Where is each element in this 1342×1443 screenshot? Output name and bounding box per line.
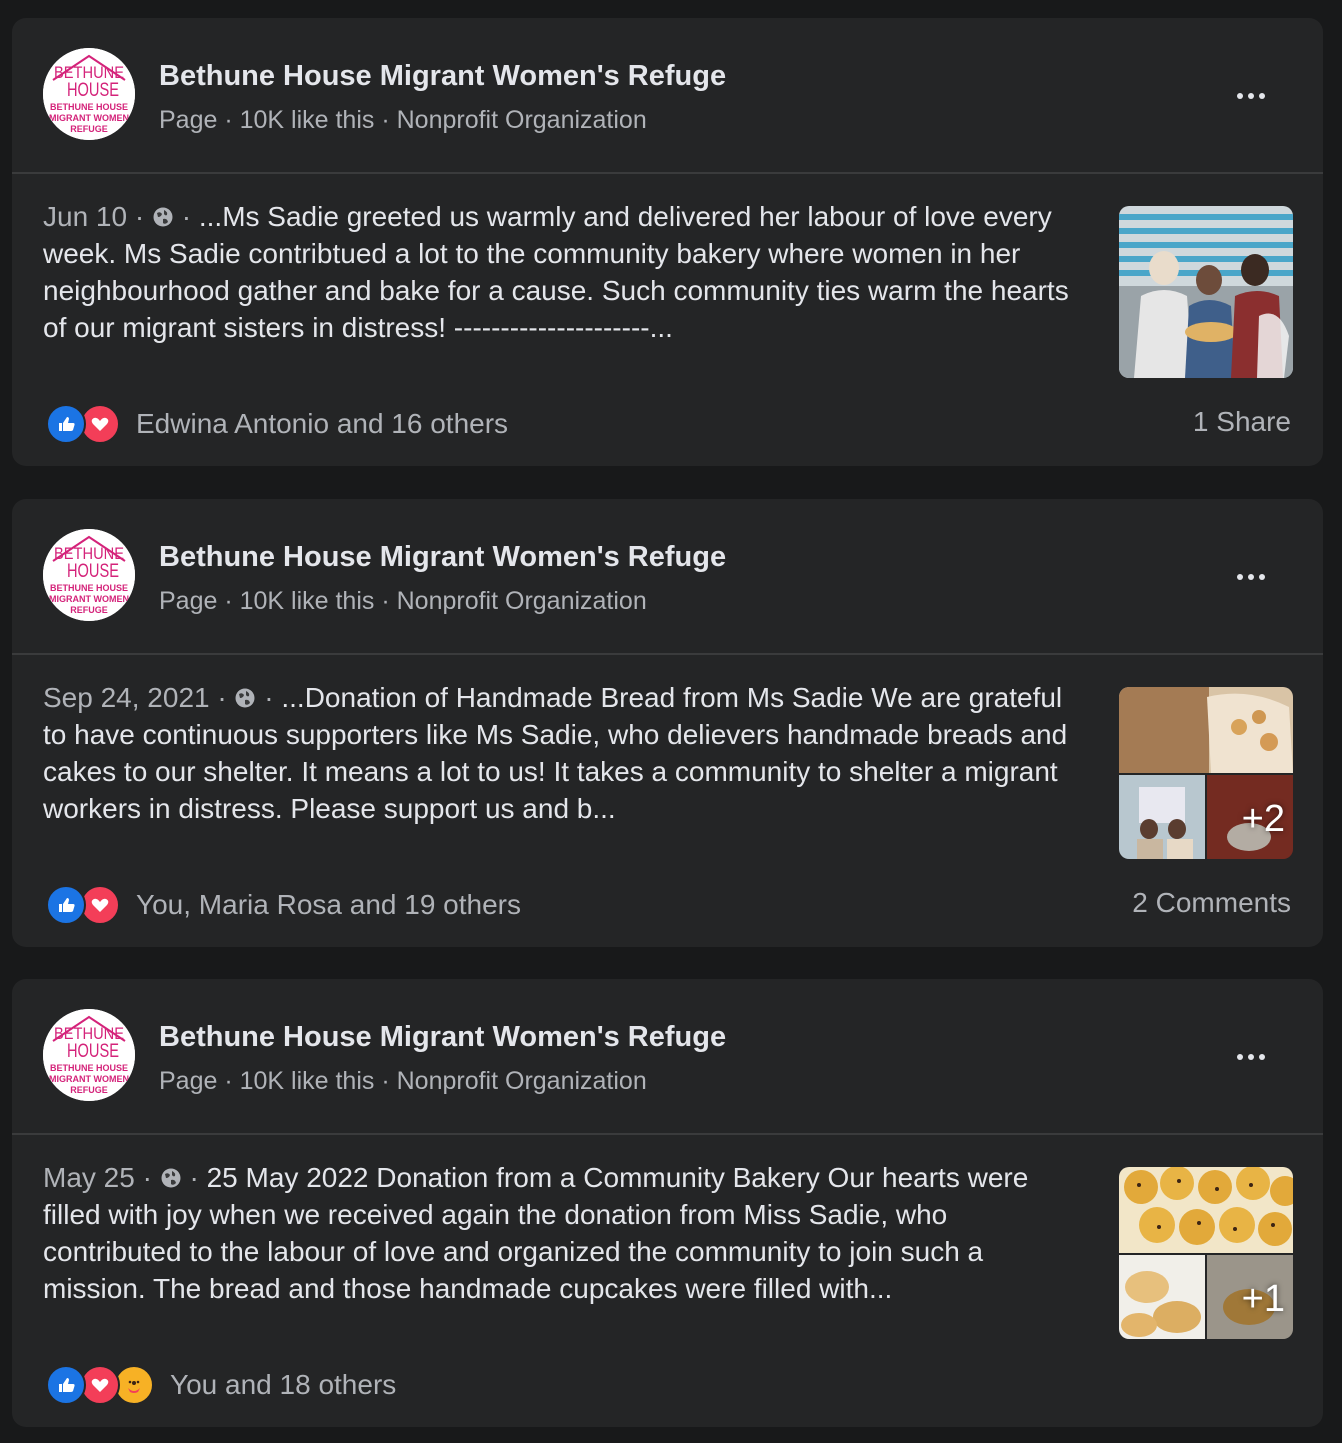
separator: ·: [256, 682, 282, 713]
page-name[interactable]: Bethune House Migrant Women's Refuge: [159, 60, 726, 93]
post-header: BETHUNE HOUSE BETHUNE HOUSE MIGRANT WOME…: [12, 499, 1323, 653]
separator: ·: [181, 1162, 207, 1193]
shares-count[interactable]: 1 Share: [1193, 406, 1291, 438]
post-body[interactable]: Sep 24, 2021 · · ...Donation of Handmade…: [43, 679, 1083, 827]
more-horizontal-icon: [1259, 93, 1265, 99]
reactions-summary[interactable]: You and 18 others: [46, 1365, 396, 1405]
svg-text:REFUGE: REFUGE: [70, 1085, 108, 1095]
love-icon: [80, 404, 120, 444]
globe-icon: [152, 206, 174, 228]
like-icon: [46, 885, 86, 925]
page-meta: Page · 10K like this · Nonprofit Organiz…: [159, 1067, 647, 1095]
more-horizontal-icon: [1259, 574, 1265, 580]
separator: ·: [173, 201, 199, 232]
svg-text:MIGRANT WOMEN: MIGRANT WOMEN: [49, 1074, 129, 1084]
bethune-house-logo: BETHUNE HOUSE BETHUNE HOUSE MIGRANT WOME…: [43, 1009, 135, 1101]
globe-icon: [234, 687, 256, 709]
divider: [12, 1133, 1323, 1135]
divider: [12, 172, 1323, 174]
svg-text:REFUGE: REFUGE: [70, 124, 108, 134]
post-body[interactable]: May 25 · · 25 May 2022 Donation from a C…: [43, 1159, 1083, 1307]
post-photo-grid[interactable]: +2: [1119, 687, 1293, 859]
separator: ·: [127, 201, 152, 232]
svg-text:HOUSE: HOUSE: [67, 561, 119, 582]
page-name[interactable]: Bethune House Migrant Women's Refuge: [159, 541, 726, 574]
post-photo-grid[interactable]: +1: [1119, 1167, 1293, 1339]
page-avatar[interactable]: BETHUNE HOUSE BETHUNE HOUSE MIGRANT WOME…: [43, 1009, 135, 1101]
post-body[interactable]: Jun 10 · · ...Ms Sadie greeted us warmly…: [43, 198, 1083, 346]
care-icon: [114, 1365, 154, 1405]
svg-text:MIGRANT WOMEN: MIGRANT WOMEN: [49, 113, 129, 123]
page-avatar[interactable]: BETHUNE HOUSE BETHUNE HOUSE MIGRANT WOME…: [43, 529, 135, 621]
svg-text:REFUGE: REFUGE: [70, 605, 108, 615]
more-horizontal-icon: [1248, 93, 1254, 99]
like-icon: [46, 1365, 86, 1405]
page-meta: Page · 10K like this · Nonprofit Organiz…: [159, 106, 647, 134]
bethune-house-logo: BETHUNE HOUSE BETHUNE HOUSE MIGRANT WOME…: [43, 529, 135, 621]
more-options-button[interactable]: [1231, 1037, 1271, 1077]
post-card: BETHUNE HOUSE BETHUNE HOUSE MIGRANT WOME…: [12, 499, 1323, 947]
post-date[interactable]: Sep 24, 2021: [43, 682, 210, 713]
bethune-house-logo: BETHUNE HOUSE BETHUNE HOUSE MIGRANT WOME…: [43, 48, 135, 140]
page-name[interactable]: Bethune House Migrant Women's Refuge: [159, 1021, 726, 1054]
reactions-summary[interactable]: You, Maria Rosa and 19 others: [46, 885, 521, 925]
more-horizontal-icon: [1248, 574, 1254, 580]
separator: ·: [134, 1162, 160, 1193]
more-options-button[interactable]: [1231, 76, 1271, 116]
page-avatar[interactable]: BETHUNE HOUSE BETHUNE HOUSE MIGRANT WOME…: [43, 48, 135, 140]
more-horizontal-icon: [1237, 1054, 1243, 1060]
svg-text:HOUSE: HOUSE: [67, 1041, 119, 1062]
divider: [12, 653, 1323, 655]
separator: ·: [209, 682, 235, 713]
globe-icon: [160, 1167, 182, 1189]
photo-women-with-bread: [1119, 206, 1293, 378]
post-header: BETHUNE HOUSE BETHUNE HOUSE MIGRANT WOME…: [12, 979, 1323, 1133]
reactions-text[interactable]: You, Maria Rosa and 19 others: [136, 889, 521, 921]
post-header: BETHUNE HOUSE BETHUNE HOUSE MIGRANT WOME…: [12, 18, 1323, 172]
post-photo[interactable]: [1119, 206, 1293, 378]
svg-text:BETHUNE HOUSE: BETHUNE HOUSE: [50, 1063, 128, 1073]
post-card: BETHUNE HOUSE BETHUNE HOUSE MIGRANT WOME…: [12, 18, 1323, 466]
svg-text:BETHUNE HOUSE: BETHUNE HOUSE: [50, 583, 128, 593]
more-horizontal-icon: [1237, 574, 1243, 580]
love-icon: [80, 1365, 120, 1405]
reactions-summary[interactable]: Edwina Antonio and 16 others: [46, 404, 508, 444]
like-icon: [46, 404, 86, 444]
post-card: BETHUNE HOUSE BETHUNE HOUSE MIGRANT WOME…: [12, 979, 1323, 1427]
page-meta: Page · 10K like this · Nonprofit Organiz…: [159, 587, 647, 615]
more-photos-count: +1: [1241, 1278, 1285, 1320]
reactions-text[interactable]: Edwina Antonio and 16 others: [136, 408, 508, 440]
more-horizontal-icon: [1259, 1054, 1265, 1060]
post-date[interactable]: Jun 10: [43, 201, 127, 232]
svg-text:MIGRANT WOMEN: MIGRANT WOMEN: [49, 594, 129, 604]
comments-count[interactable]: 2 Comments: [1132, 887, 1291, 919]
svg-text:BETHUNE HOUSE: BETHUNE HOUSE: [50, 102, 128, 112]
post-date[interactable]: May 25: [43, 1162, 135, 1193]
more-horizontal-icon: [1248, 1054, 1254, 1060]
more-options-button[interactable]: [1231, 557, 1271, 597]
reactions-text[interactable]: You and 18 others: [170, 1369, 396, 1401]
more-photos-count: +2: [1241, 798, 1285, 840]
love-icon: [80, 885, 120, 925]
svg-text:HOUSE: HOUSE: [67, 80, 119, 101]
more-horizontal-icon: [1237, 93, 1243, 99]
